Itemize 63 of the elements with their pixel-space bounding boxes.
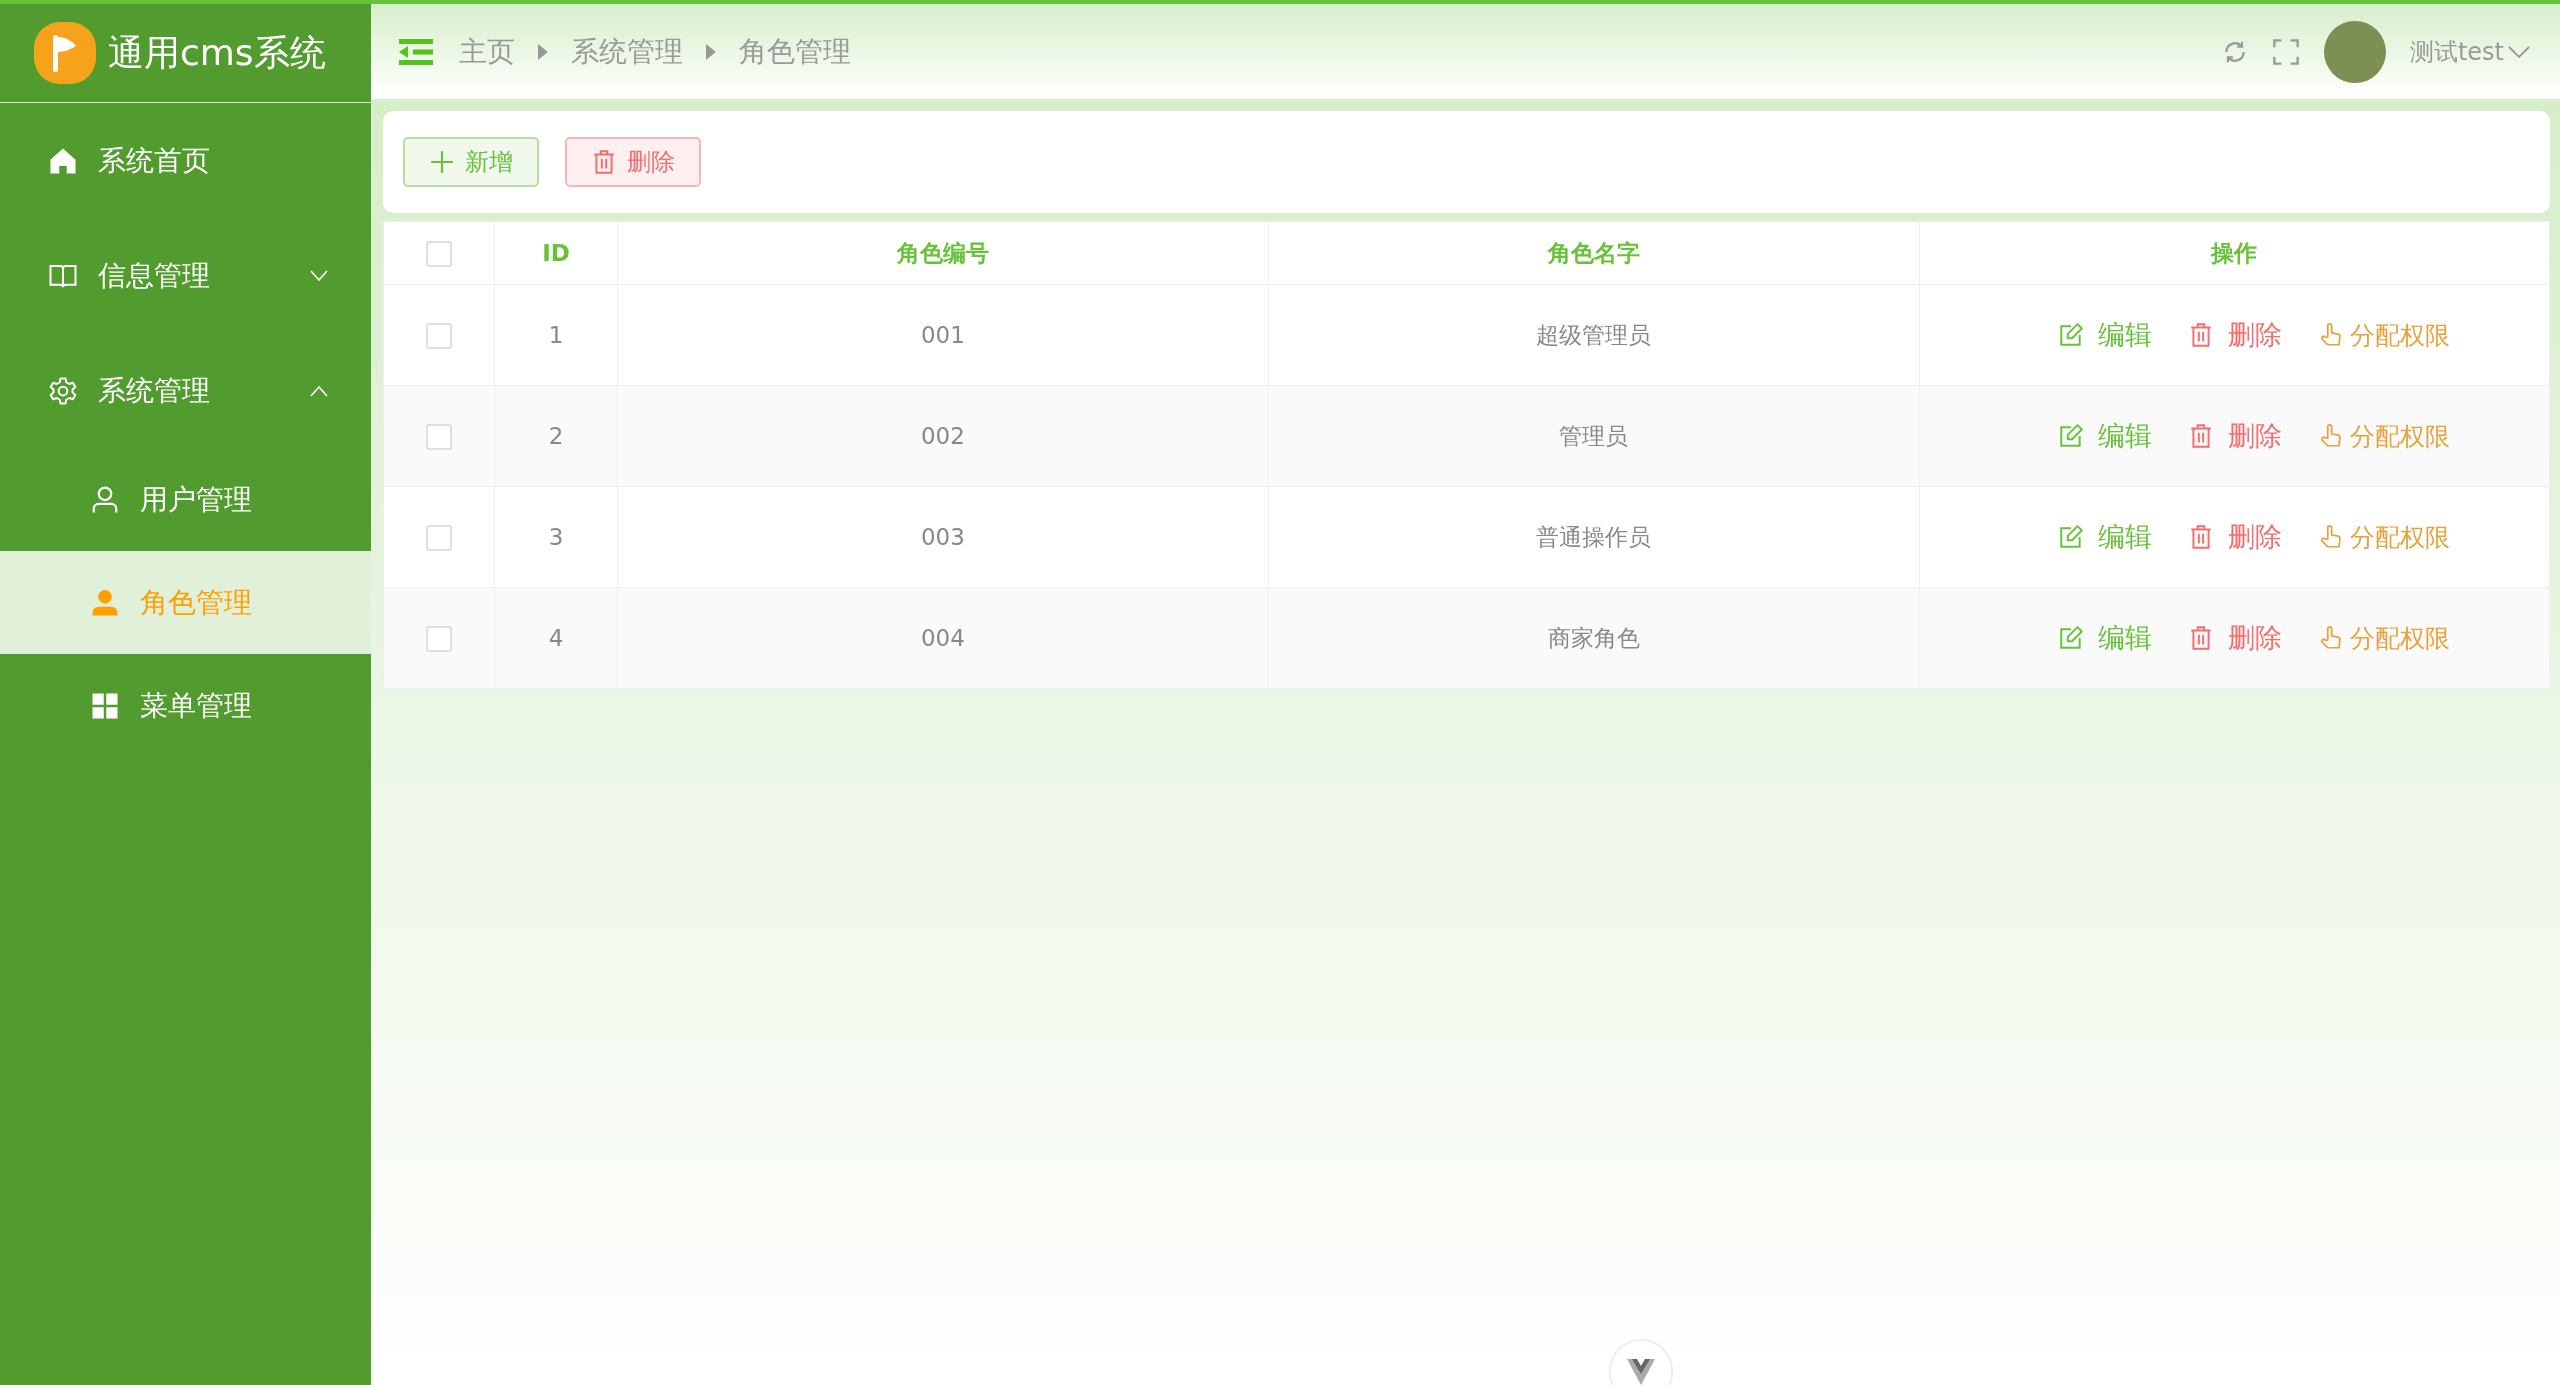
delete-button[interactable]: 删除 xyxy=(565,137,701,187)
table-cell: 002 xyxy=(920,423,965,449)
user-icon xyxy=(90,484,120,515)
delete-button[interactable]: 删除 xyxy=(2188,620,2283,656)
edit-button[interactable]: 编辑 xyxy=(2058,418,2153,454)
app-title: 通用cms系统 xyxy=(108,30,326,75)
sidebar-item[interactable]: 角色管理 xyxy=(0,551,371,654)
table-cell: 商家角色 xyxy=(1547,624,1640,651)
fullscreen-button[interactable] xyxy=(2271,37,2300,66)
table-cell: 001 xyxy=(920,322,965,348)
column-header: 角色名字 xyxy=(1547,239,1640,266)
add-button[interactable]: 新增 xyxy=(403,137,539,187)
collapse-menu-icon xyxy=(399,38,433,65)
delete-button[interactable]: 删除 xyxy=(2188,418,2283,454)
breadcrumb-link[interactable]: 系统管理 xyxy=(571,32,683,71)
caret-right-icon xyxy=(537,42,549,61)
assign-permissions-button[interactable]: 分配权限 xyxy=(2318,519,2451,555)
breadcrumb-link[interactable]: 主页 xyxy=(459,32,515,71)
table-cell: 普通操作员 xyxy=(1536,523,1652,550)
sidebar-item[interactable]: 用户管理 xyxy=(0,448,371,551)
column-header: ID xyxy=(542,240,570,266)
select-all-checkbox[interactable] xyxy=(426,240,452,267)
chevron-logo-icon xyxy=(1627,1359,1655,1385)
sidebar-item[interactable]: 系统管理 xyxy=(0,333,371,448)
row-checkbox[interactable] xyxy=(426,625,452,652)
row-checkbox[interactable] xyxy=(426,524,452,551)
edit-button[interactable]: 编辑 xyxy=(2058,620,2153,656)
edit-icon xyxy=(2058,524,2085,550)
assign-permissions-button[interactable]: 分配权限 xyxy=(2318,317,2451,353)
flag-logo-icon xyxy=(34,22,96,84)
edit-button[interactable]: 编辑 xyxy=(2058,317,2153,353)
gear-icon xyxy=(48,375,78,406)
row-checkbox[interactable] xyxy=(426,322,452,349)
breadcrumb-link[interactable]: 角色管理 xyxy=(739,32,851,71)
edit-icon xyxy=(2058,625,2085,651)
row-checkbox[interactable] xyxy=(426,423,452,450)
caret-right-icon xyxy=(705,42,717,61)
chevron-down-icon xyxy=(2508,45,2530,58)
table-cell: 3 xyxy=(548,524,564,550)
delete-button[interactable]: 删除 xyxy=(2188,317,2283,353)
delete-button[interactable]: 删除 xyxy=(2188,519,2283,555)
trash-icon xyxy=(591,149,617,175)
plus-icon xyxy=(429,149,455,175)
table-cell: 1 xyxy=(548,322,564,348)
user-icon xyxy=(90,587,120,618)
table-cell: 超级管理员 xyxy=(1536,321,1652,348)
sidebar-item[interactable]: 系统首页 xyxy=(0,103,371,218)
edit-icon xyxy=(2058,322,2085,348)
column-header: 角色编号 xyxy=(896,239,989,266)
table-cell: 4 xyxy=(548,625,564,651)
table-cell: 2 xyxy=(548,423,564,449)
user-menu-button[interactable]: 测试test xyxy=(2409,35,2530,68)
assign-permissions-button[interactable]: 分配权限 xyxy=(2318,620,2451,656)
sidebar-item[interactable]: 菜单管理 xyxy=(0,654,371,757)
sidebar-item[interactable]: 信息管理 xyxy=(0,218,371,333)
column-header: 操作 xyxy=(2211,239,2258,266)
table-cell: 003 xyxy=(920,524,965,550)
table-cell: 004 xyxy=(920,625,965,651)
edit-icon xyxy=(2058,423,2085,449)
edit-button[interactable]: 编辑 xyxy=(2058,519,2153,555)
table-cell: 管理员 xyxy=(1559,422,1629,449)
assign-permissions-button[interactable]: 分配权限 xyxy=(2318,418,2451,454)
fullscreen-icon xyxy=(2271,37,2300,66)
